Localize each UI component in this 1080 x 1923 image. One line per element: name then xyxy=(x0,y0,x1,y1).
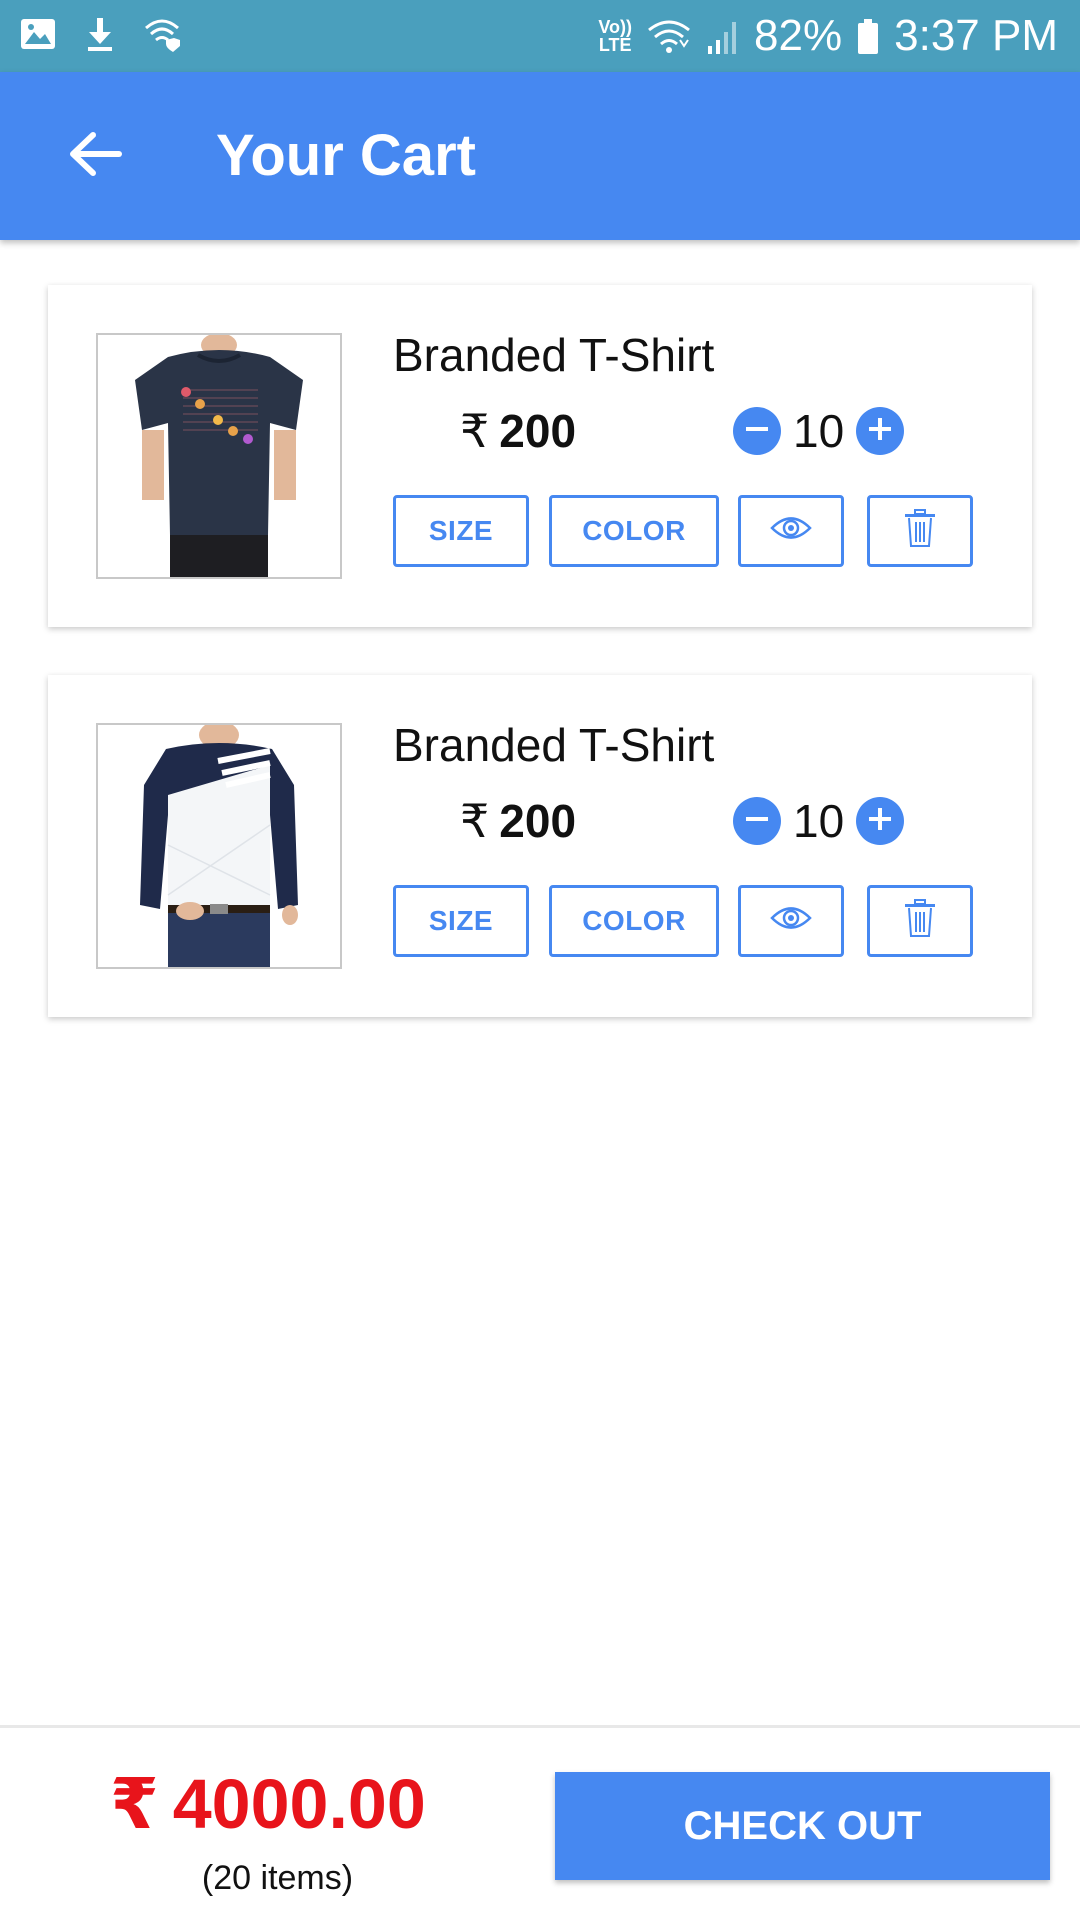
clock: 3:37 PM xyxy=(894,11,1058,60)
battery-icon xyxy=(856,16,880,56)
status-right: Vo)) LTE 82% 3:37 PM xyxy=(598,8,1058,64)
product-name: Branded T-Shirt xyxy=(393,719,715,771)
back-button[interactable] xyxy=(60,124,130,188)
eye-icon xyxy=(769,513,813,550)
page-title: Your Cart xyxy=(216,123,476,188)
status-left-icons xyxy=(18,14,182,54)
color-button[interactable]: COLOR xyxy=(549,885,719,957)
delete-button[interactable] xyxy=(867,885,973,957)
product-price: ₹200 xyxy=(460,403,576,459)
minus-icon xyxy=(743,415,771,448)
items-count: (20 items) xyxy=(201,1859,354,1897)
quantity-value: 10 xyxy=(793,405,845,457)
total-currency: ₹ xyxy=(110,1765,159,1843)
quantity-value: 10 xyxy=(793,795,845,847)
wifi-icon xyxy=(646,16,692,56)
delete-button[interactable] xyxy=(867,495,973,567)
download-icon xyxy=(80,14,120,54)
trash-icon xyxy=(903,898,937,945)
navy-white-longsleeve-image xyxy=(98,725,340,967)
navy-tshirt-image xyxy=(98,335,340,577)
quantity-stepper: 10 xyxy=(733,403,905,459)
minus-icon xyxy=(743,805,771,838)
increase-quantity-button[interactable] xyxy=(856,797,905,845)
price-value: 200 xyxy=(499,795,577,847)
plus-icon xyxy=(866,805,894,838)
cart-item: Branded T-Shirt ₹200 10 SIZE COLOR xyxy=(48,285,1032,627)
volte-indicator: Vo)) LTE xyxy=(598,18,632,54)
size-button[interactable]: SIZE xyxy=(393,885,529,957)
decrease-quantity-button[interactable] xyxy=(733,797,781,845)
cart-total: ₹4000.00 xyxy=(110,1764,426,1844)
signal-icon xyxy=(706,16,740,56)
total-amount: 4000.00 xyxy=(172,1765,426,1843)
product-price: ₹200 xyxy=(460,793,576,849)
size-button[interactable]: SIZE xyxy=(393,495,529,567)
product-image[interactable] xyxy=(96,333,342,579)
product-name: Branded T-Shirt xyxy=(393,329,715,381)
volte-label: Vo)) xyxy=(598,17,633,37)
arrow-left-icon xyxy=(67,130,123,183)
trash-icon xyxy=(903,508,937,555)
status-bar: Vo)) LTE 82% 3:37 PM xyxy=(0,0,1080,72)
currency-symbol: ₹ xyxy=(460,405,490,457)
view-button[interactable] xyxy=(738,495,844,567)
checkout-bar: ₹4000.00 (20 items) CHECK OUT xyxy=(0,1725,1080,1923)
currency-symbol: ₹ xyxy=(460,795,490,847)
image-icon xyxy=(18,14,58,54)
color-button[interactable]: COLOR xyxy=(549,495,719,567)
view-button[interactable] xyxy=(738,885,844,957)
quantity-stepper: 10 xyxy=(733,793,905,849)
cart-item: Branded T-Shirt ₹200 10 SIZE COLOR xyxy=(48,675,1032,1017)
checkout-button[interactable]: CHECK OUT xyxy=(555,1772,1050,1880)
battery-percent: 82% xyxy=(754,11,843,60)
lte-label: LTE xyxy=(598,35,632,55)
wifi-shield-icon xyxy=(142,14,182,54)
app-bar: Your Cart xyxy=(0,72,1080,240)
increase-quantity-button[interactable] xyxy=(856,407,905,455)
price-value: 200 xyxy=(499,405,577,457)
product-image[interactable] xyxy=(96,723,342,969)
plus-icon xyxy=(866,415,894,448)
eye-icon xyxy=(769,903,813,940)
decrease-quantity-button[interactable] xyxy=(733,407,781,455)
